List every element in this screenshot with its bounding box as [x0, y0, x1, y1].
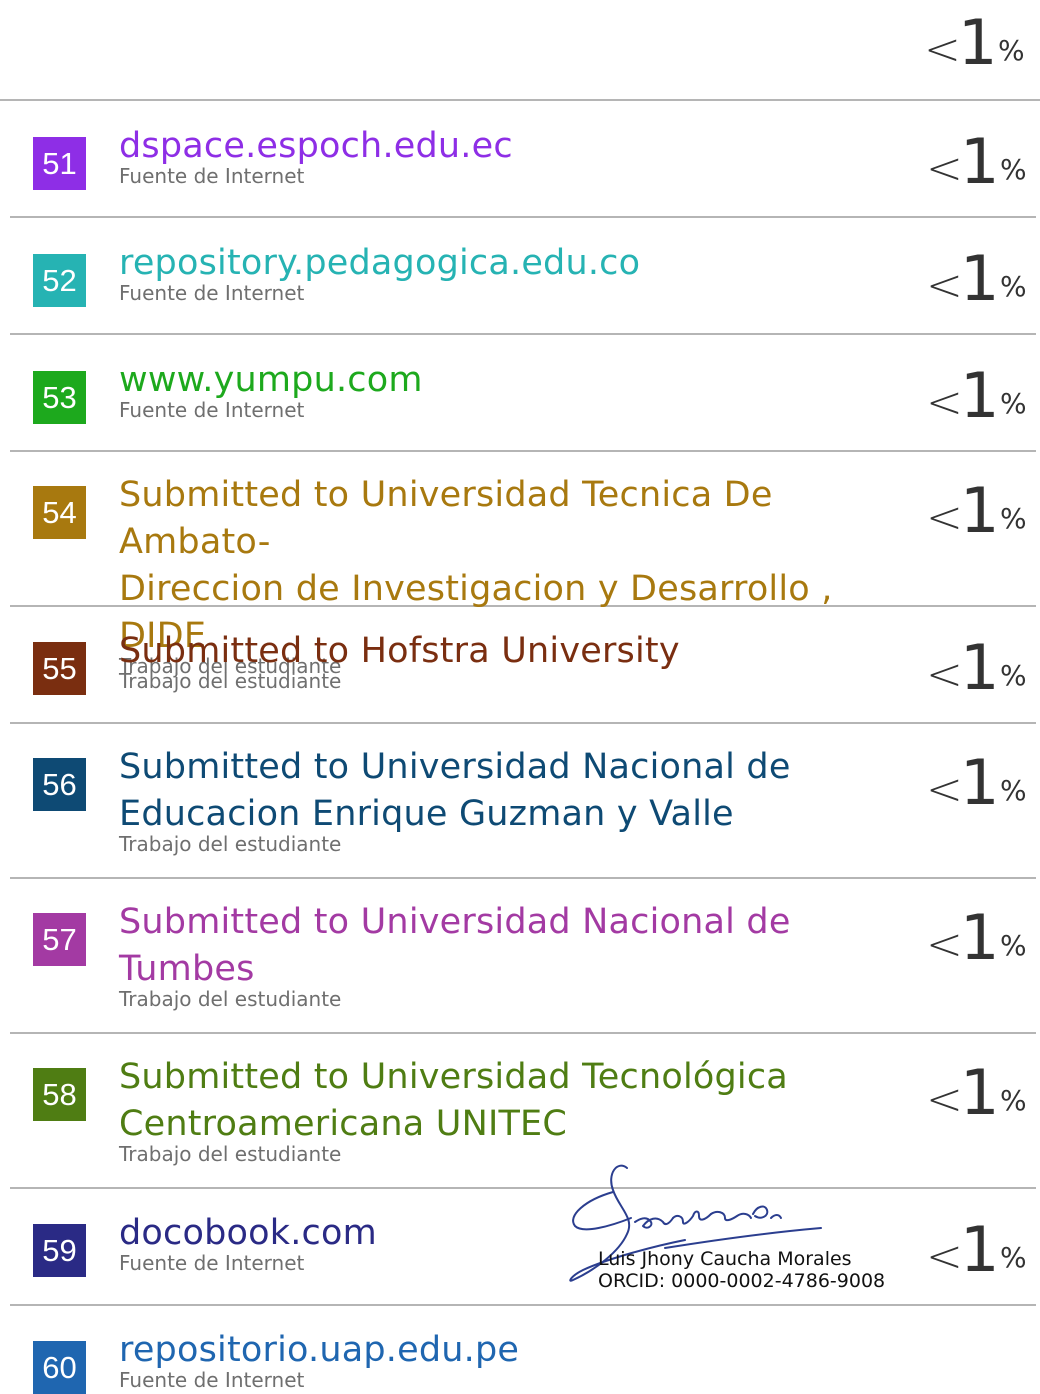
top-percentage-row: < 1 % — [0, 0, 1040, 101]
source-index-badge: 57 — [33, 913, 86, 966]
source-row: 52 repository.pedagogica.edu.co Fuente d… — [10, 218, 1036, 335]
source-text: Submitted to Universidad Tecnológica Cen… — [119, 1054, 909, 1166]
source-title-line-1: Submitted to Universidad Nacional de — [119, 902, 791, 942]
source-index-badge: 56 — [33, 758, 86, 811]
percent-symbol: % — [1000, 502, 1027, 535]
percent-symbol: % — [1000, 659, 1027, 692]
percentage-number: 1 — [960, 125, 1000, 198]
signature-orcid: ORCID: 0000-0002-4786-9008 — [598, 1270, 886, 1292]
source-title-line-1: Submitted to Universidad Nacional de — [119, 747, 791, 787]
source-index-badge: 52 — [33, 254, 86, 307]
source-title: repository.pedagogica.edu.co — [119, 243, 641, 283]
percent-symbol: % — [998, 34, 1025, 67]
source-text: www.yumpu.com Fuente de Internet — [119, 357, 909, 422]
percentage-number: 1 — [960, 746, 1000, 819]
percentage-number: 1 — [960, 1056, 1000, 1129]
source-index-badge: 59 — [33, 1224, 86, 1277]
percentage-number: 1 — [958, 6, 998, 79]
percent-symbol: % — [1000, 929, 1027, 962]
source-index-badge: 53 — [33, 371, 86, 424]
source-index-badge: 54 — [33, 486, 86, 539]
less-than-symbol: < — [926, 377, 963, 428]
percent-symbol: % — [1000, 1084, 1027, 1117]
percentage-value: < 1 % — [924, 12, 1034, 82]
source-index-badge: 51 — [33, 137, 86, 190]
less-than-symbol: < — [926, 260, 963, 311]
percentage-value: < 1 % — [926, 907, 1036, 977]
source-row: 51 dspace.espoch.edu.ec Fuente de Intern… — [10, 101, 1036, 218]
source-row: 56 Submitted to Universidad Nacional de … — [10, 724, 1036, 879]
source-row: 54 Submitted to Universidad Tecnica De A… — [10, 452, 1036, 678]
source-text: repository.pedagogica.edu.co Fuente de I… — [119, 240, 909, 305]
percentage-value: < 1 % — [926, 637, 1036, 707]
less-than-symbol: < — [924, 24, 961, 75]
source-row: 60 repositorio.uap.edu.pe Fuente de Inte… — [10, 1306, 1036, 1394]
source-type: Fuente de Internet — [119, 164, 305, 188]
source-index-badge: 60 — [33, 1341, 86, 1394]
percentage-value: < 1 % — [926, 248, 1036, 318]
source-text: Submitted to Universidad Nacional de Tum… — [119, 899, 909, 1011]
source-index-badge: 55 — [33, 642, 86, 695]
source-row: 57 Submitted to Universidad Nacional de … — [10, 879, 1036, 1034]
percentage-number: 1 — [960, 359, 1000, 432]
source-title: dspace.espoch.edu.ec — [119, 126, 513, 166]
source-text: dspace.espoch.edu.ec Fuente de Internet — [119, 123, 909, 188]
percentage-value: < 1 % — [926, 365, 1036, 435]
percent-symbol: % — [1000, 774, 1027, 807]
source-row: 53 www.yumpu.com Fuente de Internet < 1 … — [10, 335, 1036, 452]
percentage-value: < 1 % — [926, 480, 1036, 550]
source-title-line-2: Educacion Enrique Guzman y Valle — [119, 794, 734, 834]
percentage-value: < 1 % — [926, 1219, 1036, 1289]
source-text: Submitted to Universidad Nacional de Edu… — [119, 744, 909, 856]
percentage-number: 1 — [960, 901, 1000, 974]
source-title: repositorio.uap.edu.pe — [119, 1330, 520, 1370]
percentage-number: 1 — [960, 474, 1000, 547]
percent-symbol: % — [1000, 387, 1027, 420]
source-title-line-2: Centroamericana UNITEC — [119, 1104, 568, 1144]
percent-symbol: % — [1000, 153, 1027, 186]
percentage-number: 1 — [960, 631, 1000, 704]
source-text: Submitted to Hofstra University Trabajo … — [119, 628, 909, 693]
percentage-number: 1 — [960, 242, 1000, 315]
source-text: repositorio.uap.edu.pe Fuente de Interne… — [119, 1327, 909, 1392]
less-than-symbol: < — [926, 1231, 963, 1282]
source-title: Submitted to Hofstra University — [119, 631, 680, 671]
signature-stamp: Luis Jhony Caucha Morales ORCID: 0000-00… — [565, 1160, 885, 1295]
less-than-symbol: < — [926, 492, 963, 543]
percentage-value: < 1 % — [926, 1062, 1036, 1132]
source-row: 55 Submitted to Hofstra University Traba… — [10, 607, 1036, 724]
less-than-symbol: < — [926, 143, 963, 194]
percent-symbol: % — [1000, 270, 1027, 303]
less-than-symbol: < — [926, 1074, 963, 1125]
less-than-symbol: < — [926, 919, 963, 970]
source-type: Fuente de Internet — [119, 398, 305, 422]
signature-name: Luis Jhony Caucha Morales — [598, 1248, 852, 1270]
less-than-symbol: < — [926, 649, 963, 700]
percent-symbol: % — [1000, 1241, 1027, 1274]
percentage-number: 1 — [960, 1213, 1000, 1286]
source-title-line-1: Submitted to Universidad Tecnológica — [119, 1057, 788, 1097]
source-title: www.yumpu.com — [119, 360, 423, 400]
percentage-value: < 1 % — [926, 131, 1036, 201]
source-title-line-2: Tumbes — [119, 949, 255, 989]
source-title-line-1: Submitted to Universidad Tecnica De Amba… — [119, 475, 773, 562]
source-type: Trabajo del estudiante — [119, 987, 342, 1011]
percentage-value: < 1 % — [926, 752, 1036, 822]
less-than-symbol: < — [926, 764, 963, 815]
source-index-badge: 58 — [33, 1068, 86, 1121]
